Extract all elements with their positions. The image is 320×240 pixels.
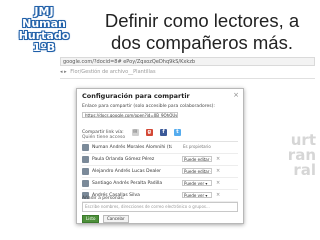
divider — [60, 78, 315, 79]
share-link-field[interactable]: https://docs.google.com/open?id=0B_9OhQU… — [82, 112, 178, 118]
people-list: Numan Andrés Morales Alomnihi (tú) Es pr… — [82, 142, 238, 202]
share-via-row: Compartir link vía: ✉ g f t — [82, 122, 183, 136]
person-role: Es propietario — [183, 144, 211, 149]
remove-person-icon[interactable]: × — [216, 180, 220, 187]
add-people-label: Añadir a personas: — [82, 196, 125, 201]
doc-tab-text: Flor/Gestión de archivo__Plantillas — [70, 69, 156, 75]
role-dropdown[interactable]: Puede ver ▾ — [182, 192, 212, 198]
role-dropdown[interactable]: Puede editar ▾ — [182, 168, 212, 174]
back-arrow-icon[interactable]: ◂ ▸ — [60, 69, 67, 75]
logo-line-3: 1ºB — [32, 41, 56, 54]
access-header: Quién tiene acceso — [82, 135, 238, 142]
person-name: Alejandro Andrés Lucas Dealer — [92, 169, 161, 174]
list-item: Santiago Andrés Peralta Padilla Puede ve… — [82, 178, 238, 190]
share-link-label: Enlace para compartir (solo accesible pa… — [82, 104, 215, 109]
close-icon[interactable]: × — [233, 91, 239, 99]
access-header-left: Quién tiene acceso — [82, 135, 126, 140]
background-text: ral — [293, 161, 316, 179]
role-dropdown[interactable]: Puede editar ▾ — [182, 156, 212, 162]
avatar — [82, 168, 89, 175]
done-button[interactable]: Listo — [82, 215, 100, 223]
remove-person-icon[interactable]: × — [216, 192, 220, 199]
share-settings-dialog: Configuración para compartir × Enlace pa… — [76, 88, 244, 224]
add-people-input[interactable]: Escribe nombres, direcciones de correo e… — [82, 202, 238, 212]
list-item: Numan Andrés Morales Alomnihi (tú) Es pr… — [82, 142, 238, 154]
list-item: Alejandro Andrés Lucas Dealer Puede edit… — [82, 166, 238, 178]
cancel-button[interactable]: Cancelar — [103, 215, 129, 223]
remove-person-icon[interactable]: × — [216, 156, 220, 163]
dialog-title: Configuración para compartir — [82, 92, 190, 100]
slide-title: Definir como lectores, a dos compañeros … — [104, 10, 300, 53]
avatar — [82, 144, 89, 151]
avatar — [82, 180, 89, 187]
logo-line-2: Numan Hurtado — [18, 17, 70, 42]
person-name: Numan Andrés Morales Alomnihi (tú) — [92, 145, 172, 150]
doc-tab-strip: ◂ ▸ Flor/Gestión de archivo__Plantillas — [60, 68, 315, 76]
role-dropdown[interactable]: Puede ver ▾ — [182, 180, 212, 186]
list-item: Paula Orlanda Gómez Pérez Puede editar ▾… — [82, 154, 238, 166]
avatar — [82, 156, 89, 163]
person-name: Santiago Andrés Peralta Padilla — [92, 181, 163, 186]
remove-person-icon[interactable]: × — [216, 168, 220, 175]
person-name: Paula Orlanda Gómez Pérez — [92, 157, 155, 162]
address-bar[interactable]: google.com/?docid=8# ePoy/ZqxozQeDhq9kS/… — [60, 57, 315, 66]
school-logo: JMJ Numan Hurtado 1ºB — [4, 6, 84, 54]
